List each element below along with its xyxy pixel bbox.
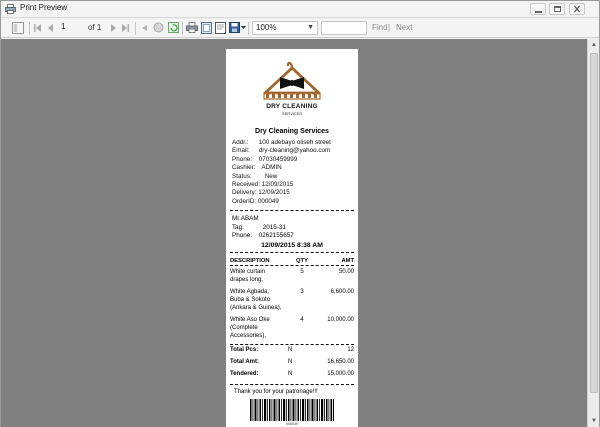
dashed-divider bbox=[230, 344, 354, 345]
receipt-page: DRY CLEANING SERVICES Dry Cleaning Servi… bbox=[226, 49, 358, 427]
receipt-datetime: 12/09/2015 8:38 AM bbox=[261, 242, 323, 249]
page-count-label: of 1 bbox=[88, 23, 102, 32]
customer-name: Mr.ABAM bbox=[232, 215, 259, 222]
logo-name: DRY CLEANING bbox=[266, 103, 318, 110]
printer-icon bbox=[5, 4, 16, 14]
tendered-amount: Tendered: N 15,000.00 bbox=[230, 371, 354, 377]
dashed-divider bbox=[230, 210, 354, 211]
close-button[interactable] bbox=[569, 3, 585, 15]
barcode-number: 000049 bbox=[286, 422, 298, 426]
preview-viewport[interactable]: DRY CLEANING SERVICES Dry Cleaning Servi… bbox=[1, 39, 599, 427]
info-row: Email: dry-cleaning@yahoo.com bbox=[232, 147, 331, 155]
toolbar-separator bbox=[182, 22, 183, 35]
minimize-icon bbox=[535, 11, 542, 13]
thumbnails-icon[interactable] bbox=[12, 22, 24, 34]
total-pieces: Total Pcs: N 12 bbox=[230, 347, 354, 353]
refresh-icon[interactable] bbox=[168, 22, 179, 33]
scroll-down-icon[interactable]: ▼ bbox=[588, 415, 600, 427]
logo-subtitle: SERVICES bbox=[281, 111, 303, 116]
previous-page-icon[interactable] bbox=[47, 23, 54, 33]
thank-you-note: Thank you for your patronage!!! bbox=[234, 389, 318, 395]
close-icon bbox=[574, 5, 580, 13]
zoom-select[interactable]: 100% ▼ bbox=[252, 21, 318, 35]
chevron-down-icon: ▼ bbox=[307, 24, 314, 31]
info-row: Addr.: 100 adebayo oliseh street bbox=[232, 139, 331, 146]
last-page-icon[interactable] bbox=[121, 23, 129, 33]
customer-tag: Tag: 2015-31 bbox=[232, 223, 286, 231]
chevron-down-icon[interactable] bbox=[241, 26, 246, 30]
zoom-value: 100% bbox=[256, 23, 277, 32]
scroll-up-icon[interactable]: ▲ bbox=[588, 39, 600, 51]
company-logo: DRY CLEANING SERVICES bbox=[226, 59, 358, 117]
shop-name: Dry Cleaning Services bbox=[255, 128, 329, 135]
dashed-divider bbox=[230, 384, 354, 385]
stop-icon[interactable] bbox=[153, 22, 164, 33]
customer-phone: Phone: 0262155657 bbox=[232, 232, 294, 240]
maximize-icon bbox=[554, 6, 561, 12]
hanger-bowtie-icon bbox=[263, 61, 321, 100]
find-button[interactable]: Find bbox=[372, 22, 388, 34]
maximize-button[interactable] bbox=[549, 3, 565, 15]
preview-toolbar: 1 of 1 100% ▼ Find | Next bbox=[1, 19, 599, 38]
info-row: Received: 12/09/2015 bbox=[232, 180, 294, 188]
toolbar-separator bbox=[135, 22, 136, 35]
shop-info: Addr.: 100 adebayo oliseh street Email: … bbox=[232, 139, 331, 206]
dashed-divider bbox=[230, 265, 354, 266]
order-barcode bbox=[250, 399, 334, 421]
column-description: DESCRIPTION bbox=[230, 258, 270, 264]
column-qty: QTY bbox=[296, 258, 308, 264]
first-page-icon[interactable] bbox=[34, 23, 42, 33]
dashed-divider bbox=[230, 252, 354, 253]
find-separator: | bbox=[388, 23, 391, 32]
scroll-thumb[interactable] bbox=[590, 53, 598, 393]
back-icon[interactable] bbox=[140, 23, 148, 33]
info-row: Status: New bbox=[232, 172, 278, 180]
find-next-button[interactable]: Next bbox=[396, 22, 412, 34]
line-item: White Agbada, Buba & Sokoto (Ankara & Guin… bbox=[230, 289, 354, 311]
window-title: Print Preview bbox=[20, 3, 68, 12]
line-item: White curtain drapes long, 5 50.00 bbox=[230, 269, 354, 283]
print-icon[interactable] bbox=[186, 22, 198, 33]
page-setup-icon[interactable] bbox=[215, 22, 226, 34]
info-row: Delivery: 12/09/2015 bbox=[232, 189, 290, 197]
line-item: White Aso Oke (Complete Accessories), 4 10… bbox=[230, 317, 354, 339]
vertical-scrollbar[interactable]: ▲ ▼ bbox=[587, 39, 599, 427]
toolbar-separator bbox=[248, 22, 249, 35]
info-row: Cashier: ADMIN bbox=[232, 164, 282, 172]
print-preview-window: Print Preview 1 of 1 100% ▼ Find | Next … bbox=[0, 0, 600, 427]
next-page-icon[interactable] bbox=[110, 23, 117, 33]
customer-info: Mr.ABAM Tag: 2015-31 Phone: 0262155657 bbox=[232, 215, 294, 241]
column-amt: AMT bbox=[341, 258, 354, 264]
info-row: Phone: 07030459999 bbox=[232, 155, 298, 163]
print-layout-icon[interactable] bbox=[201, 22, 212, 34]
toolbar-separator bbox=[29, 22, 30, 35]
minimize-button[interactable] bbox=[530, 3, 546, 15]
info-row: OrderID: 000049 bbox=[232, 197, 279, 205]
title-bar: Print Preview bbox=[1, 1, 599, 18]
export-save-icon[interactable] bbox=[229, 22, 240, 33]
total-amount: Total Amt: N 16,650.00 bbox=[230, 359, 354, 365]
page-number-input[interactable]: 1 bbox=[61, 21, 81, 34]
find-text-input[interactable] bbox=[321, 21, 367, 35]
